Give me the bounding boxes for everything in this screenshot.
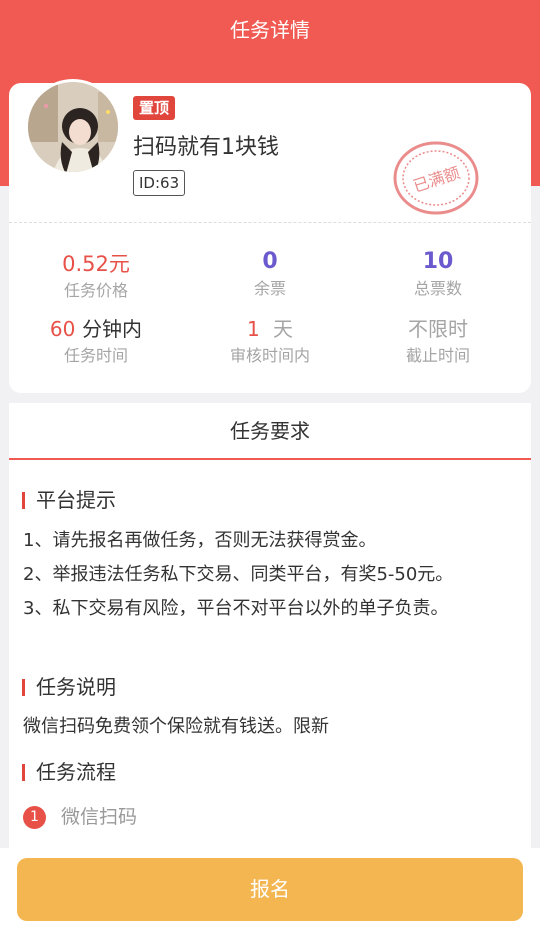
task-id-label: ID:63 xyxy=(133,170,186,196)
tip-line: 2、举报违法任务私下交易、同类平台，有奖5-50元。 xyxy=(23,564,454,585)
review-label: 审核时间内 xyxy=(229,346,310,365)
deadline-value: 不限时 xyxy=(408,317,468,341)
review-unit: 天 xyxy=(273,317,294,341)
stat-total: 10 总票数 xyxy=(351,249,525,300)
signup-button[interactable]: 报名 xyxy=(17,858,523,921)
task-summary-card: 置顶 扫码就有1块钱 ID:63 已满额 0.52元 任务价格 0 余票 10 … xyxy=(9,79,531,393)
divider xyxy=(9,222,531,223)
stamp-text: 已满额 xyxy=(411,163,463,196)
time-unit: 分钟内 xyxy=(82,317,143,341)
requirements-panel: 任务要求 平台提示 1、请先报名再做任务，否则无法获得赏金。 2、举报违法任务私… xyxy=(9,403,531,863)
avatar xyxy=(25,79,121,175)
page-title: 任务详情 xyxy=(230,18,310,42)
full-quota-stamp-icon: 已满额 xyxy=(392,141,480,215)
review-value: 1 xyxy=(246,317,260,341)
remaining-value: 0 xyxy=(262,249,278,274)
process-heading: 任务流程 xyxy=(22,759,116,785)
description-heading: 任务说明 xyxy=(22,674,116,700)
total-value: 10 xyxy=(422,249,454,274)
tip-line: 1、请先报名再做任务，否则无法获得赏金。 xyxy=(23,530,377,551)
pinned-badge: 置顶 xyxy=(133,96,176,120)
stat-deadline: 不限时 截止时间 xyxy=(351,316,525,367)
description-text: 微信扫码免费领个保险就有钱送。限新 xyxy=(23,716,329,737)
tip-line: 3、私下交易有风险，平台不对平台以外的单子负责。 xyxy=(23,598,449,619)
time-value: 60 xyxy=(49,317,76,341)
price-value: 0.52元 xyxy=(62,252,130,276)
step-number: 1 xyxy=(23,806,46,829)
stat-price: 0.52元 任务价格 xyxy=(9,251,183,302)
platform-tips-heading: 平台提示 xyxy=(22,487,116,513)
total-label: 总票数 xyxy=(413,279,462,298)
deadline-label: 截止时间 xyxy=(405,346,470,365)
price-label: 任务价格 xyxy=(63,281,128,300)
time-label: 任务时间 xyxy=(63,346,128,365)
task-title: 扫码就有1块钱 xyxy=(133,135,279,160)
stat-review-time: 1 天 审核时间内 xyxy=(183,316,357,367)
stat-remaining: 0 余票 xyxy=(183,249,357,300)
stat-task-time: 60 分钟内 任务时间 xyxy=(9,316,183,367)
step-text: 微信扫码 xyxy=(61,806,138,828)
remaining-label: 余票 xyxy=(253,279,286,298)
requirements-title: 任务要求 xyxy=(9,403,531,460)
